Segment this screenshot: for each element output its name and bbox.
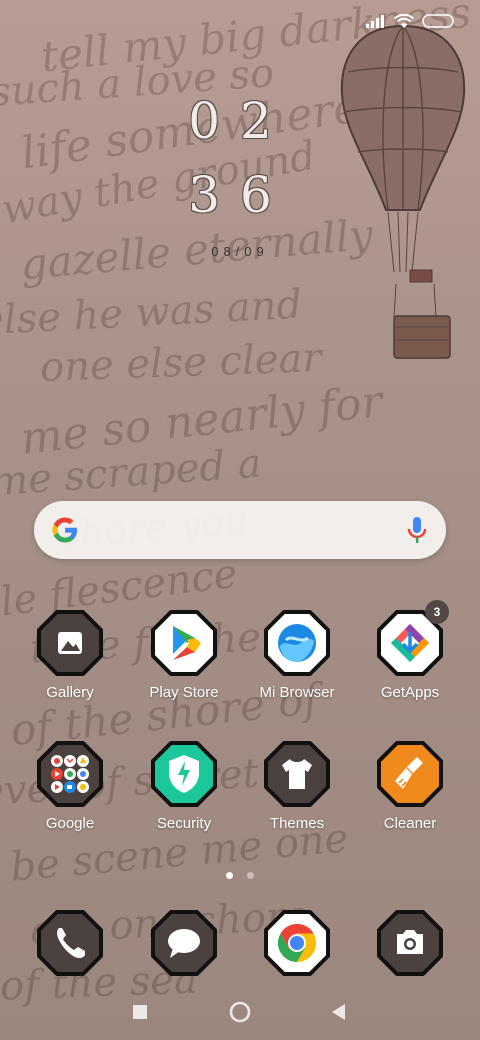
dock-phone[interactable] bbox=[15, 910, 125, 981]
google-folder-icon bbox=[37, 741, 103, 807]
app-play-store[interactable]: Play Store bbox=[129, 610, 239, 701]
home-button[interactable] bbox=[229, 1001, 251, 1023]
app-cleaner[interactable]: Cleaner bbox=[355, 741, 465, 832]
google-g-icon bbox=[52, 517, 77, 543]
page-dot-active bbox=[225, 872, 233, 879]
app-getapps[interactable]: 3 GetApps bbox=[355, 600, 465, 701]
phone-icon bbox=[37, 910, 103, 976]
security-shield-icon bbox=[151, 741, 217, 807]
battery-icon bbox=[422, 14, 454, 28]
folder-google[interactable]: Google bbox=[15, 741, 125, 832]
app-themes[interactable]: Themes bbox=[242, 741, 352, 832]
recents-button[interactable] bbox=[133, 1005, 147, 1019]
app-label: Google bbox=[45, 815, 95, 832]
dock-camera[interactable] bbox=[355, 910, 465, 981]
google-search-bar[interactable] bbox=[34, 501, 446, 559]
page-indicator[interactable] bbox=[0, 866, 480, 884]
message-icon bbox=[151, 910, 217, 976]
signal-icon bbox=[366, 15, 384, 28]
app-label: Themes bbox=[269, 815, 325, 832]
microphone-icon[interactable] bbox=[406, 515, 428, 545]
cleaner-broom-icon bbox=[377, 741, 443, 807]
chrome-icon bbox=[264, 910, 330, 976]
app-label: GetApps bbox=[380, 684, 440, 701]
app-security[interactable]: Security bbox=[129, 741, 239, 832]
clock-hours[interactable]: 02 bbox=[0, 92, 480, 150]
clock-minutes[interactable]: 36 bbox=[0, 166, 480, 224]
gallery-icon bbox=[37, 610, 103, 676]
app-label: Play Store bbox=[149, 684, 219, 701]
app-label: Gallery bbox=[46, 684, 94, 701]
date-label: 08/09 bbox=[211, 244, 269, 259]
app-label: Security bbox=[156, 815, 212, 832]
page-dot bbox=[247, 872, 255, 879]
status-bar bbox=[366, 8, 456, 34]
app-label: Mi Browser bbox=[259, 684, 335, 701]
themes-shirt-icon bbox=[264, 741, 330, 807]
mi-browser-icon bbox=[264, 610, 330, 676]
back-button[interactable] bbox=[332, 1004, 345, 1020]
app-label: Cleaner bbox=[383, 815, 437, 832]
dock-messages[interactable] bbox=[129, 910, 239, 981]
wifi-icon bbox=[394, 13, 414, 28]
camera-icon bbox=[377, 910, 443, 976]
app-mi-browser[interactable]: Mi Browser bbox=[242, 610, 352, 701]
app-gallery[interactable]: Gallery bbox=[15, 610, 125, 701]
notification-badge: 3 bbox=[425, 600, 449, 624]
play-store-icon bbox=[151, 610, 217, 676]
dock-chrome[interactable] bbox=[242, 910, 352, 981]
navigation-bar bbox=[133, 1001, 345, 1023]
